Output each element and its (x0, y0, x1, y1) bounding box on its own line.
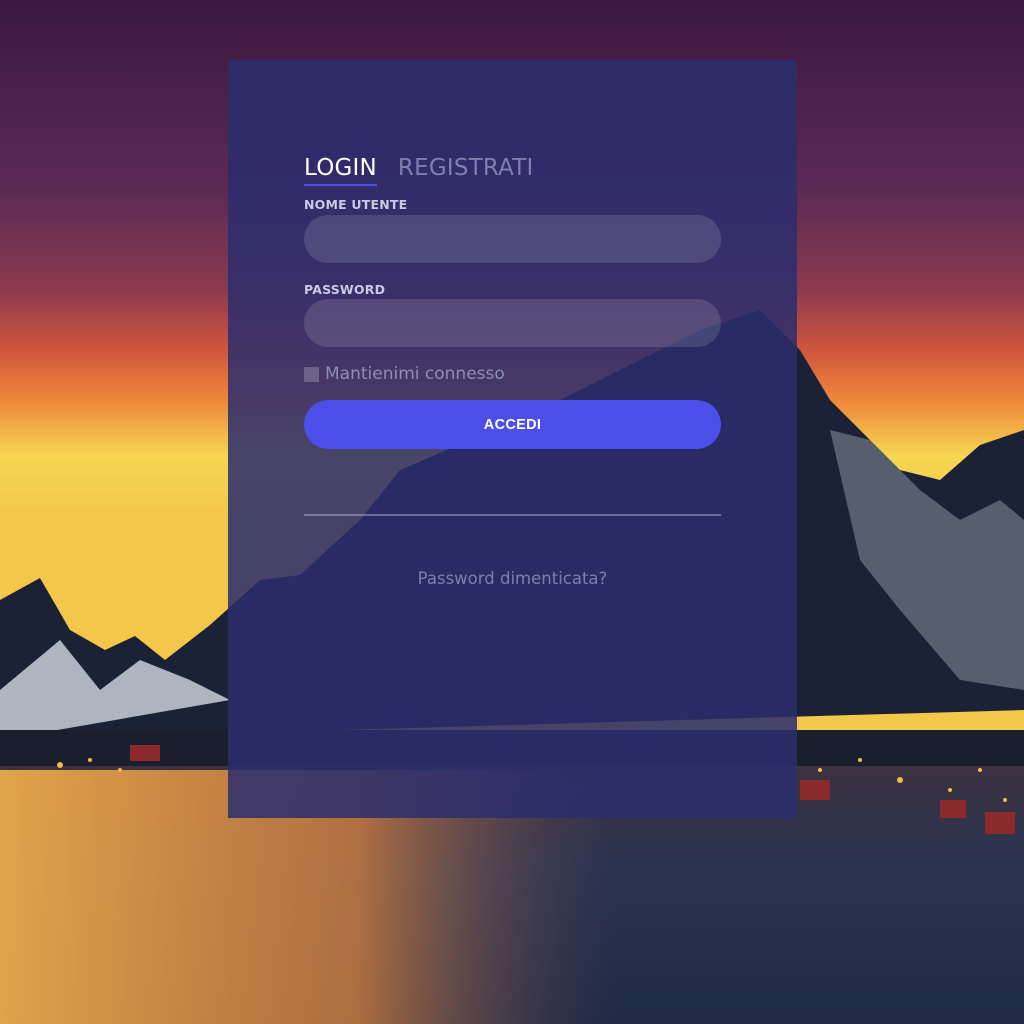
login-button[interactable]: ACCEDI (304, 400, 721, 449)
remember-me[interactable]: Mantienimi connesso (304, 364, 505, 384)
username-label: NOME UTENTE (304, 197, 408, 212)
tab-register[interactable]: REGISTRATI (398, 152, 534, 186)
username-input[interactable] (304, 215, 721, 263)
tab-login[interactable]: LOGIN (304, 152, 377, 186)
divider (304, 514, 721, 516)
forgot-password-link[interactable]: Password dimenticata? (228, 569, 797, 588)
password-label: PASSWORD (304, 282, 386, 297)
login-panel: LOGIN REGISTRATI NOME UTENTE PASSWORD Ma… (228, 60, 797, 818)
remember-checkbox[interactable] (304, 366, 319, 382)
remember-label: Mantienimi connesso (325, 364, 505, 384)
password-input[interactable] (304, 299, 721, 347)
auth-tabs: LOGIN REGISTRATI (304, 152, 534, 186)
